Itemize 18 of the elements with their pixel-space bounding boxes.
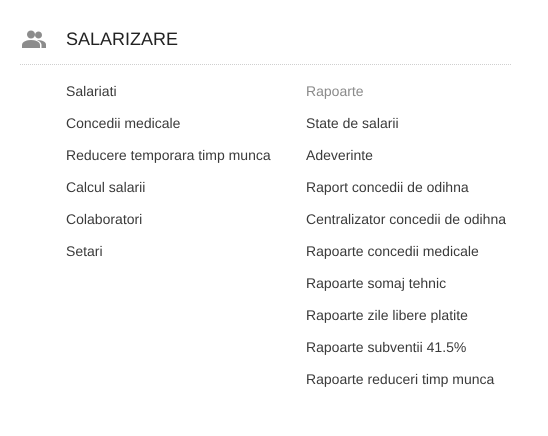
menu-link[interactable]: Rapoarte somaj tehnic (306, 272, 511, 294)
menu-link[interactable]: Adeverinte (306, 144, 511, 166)
menu-link[interactable]: Rapoarte zile libere platite (306, 304, 511, 326)
menu-link[interactable]: Rapoarte reduceri timp munca (306, 368, 511, 390)
menu-link[interactable]: Rapoarte subventii 41.5% (306, 336, 511, 358)
menu-link[interactable]: Colaboratori (66, 208, 306, 230)
column-heading: Rapoarte (306, 82, 365, 101)
section-title: SALARIZARE (66, 28, 178, 50)
menu-link[interactable]: Calcul salarii (66, 176, 306, 198)
menu-link[interactable]: Salariati (66, 80, 306, 102)
menu-link[interactable]: Raport concedii de odihna (306, 176, 511, 198)
menu-link[interactable]: State de salarii (306, 112, 511, 134)
people-icon (22, 30, 46, 48)
menu-link[interactable]: Rapoarte concedii medicale (306, 240, 511, 262)
menu-link[interactable]: Setari (66, 240, 306, 262)
menu-link[interactable]: Reducere temporara timp munca (66, 144, 306, 166)
menu-link[interactable]: Centralizator concedii de odihna (306, 208, 511, 230)
menu-link[interactable]: Concedii medicale (66, 112, 306, 134)
